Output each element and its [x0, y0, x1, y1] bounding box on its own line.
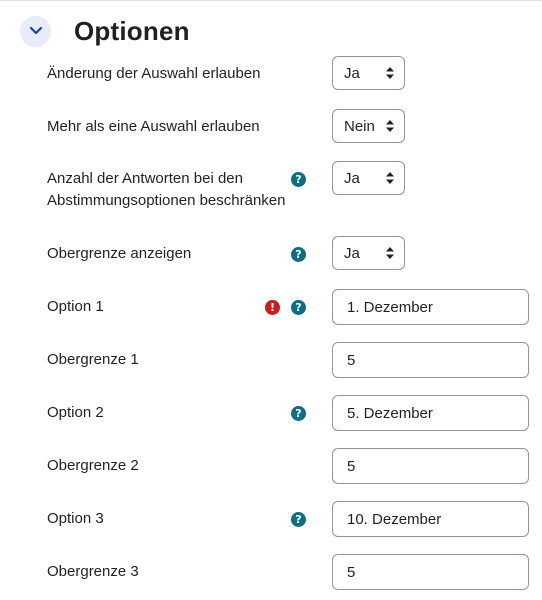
option-1-input[interactable]: 1. Dezember: [332, 289, 529, 325]
limit-2-input[interactable]: 5: [332, 448, 529, 484]
collapse-button[interactable]: [20, 15, 51, 47]
form-row-allow-update: Änderung der Auswahl erlauben Ja: [0, 56, 542, 92]
form-row-option-1: Option 1 ! ? 1. Dezember: [0, 289, 542, 325]
form-row-limit-2: Obergrenze 2 5: [0, 448, 542, 484]
option-3-input[interactable]: 10. Dezember: [332, 501, 529, 537]
allow-update-select[interactable]: Ja: [332, 56, 405, 90]
select-value: Ja: [344, 64, 360, 82]
sort-arrows-icon: [386, 120, 394, 132]
form-row-option-2: Option 2 ? 5. Dezember: [0, 395, 542, 431]
field-label: Obergrenze anzeigen: [47, 245, 192, 262]
form-row-limit-3: Obergrenze 3 5: [0, 554, 542, 590]
field-label: Anzahl der Antworten bei den Abstimmungs…: [47, 170, 286, 209]
select-value: Ja: [344, 244, 360, 262]
field-label: Obergrenze 2: [47, 457, 139, 474]
field-label: Option 3: [47, 510, 104, 527]
form-row-limit-1: Obergrenze 1 5: [0, 342, 542, 378]
form-row-allow-multiple: Mehr als eine Auswahl erlauben Nein: [0, 109, 542, 145]
form-row-limit-answers: Anzahl der Antworten bei den Abstimmungs…: [0, 161, 542, 211]
field-label: Obergrenze 3: [47, 563, 139, 580]
limit-3-input[interactable]: 5: [332, 554, 529, 590]
section-title: Optionen: [74, 15, 190, 46]
sort-arrows-icon: [386, 247, 394, 259]
chevron-down-icon: [29, 26, 42, 35]
limit-1-input[interactable]: 5: [332, 342, 529, 378]
select-value: Nein: [344, 117, 375, 135]
field-label: Obergrenze 1: [47, 351, 139, 368]
section-header: Optionen: [20, 15, 190, 47]
help-icon[interactable]: ?: [291, 172, 306, 187]
help-icon[interactable]: ?: [291, 406, 306, 421]
sort-arrows-icon: [386, 67, 394, 79]
sort-arrows-icon: [386, 172, 394, 184]
top-divider: [0, 0, 542, 1]
limit-answers-select[interactable]: Ja: [332, 161, 405, 195]
option-2-input[interactable]: 5. Dezember: [332, 395, 529, 431]
allow-multiple-select[interactable]: Nein: [332, 109, 405, 143]
help-icon[interactable]: ?: [291, 300, 306, 315]
error-icon: !: [265, 300, 280, 315]
select-value: Ja: [344, 169, 360, 187]
field-label: Änderung der Auswahl erlauben: [47, 65, 261, 82]
field-label: Option 1: [47, 298, 104, 315]
form-row-option-3: Option 3 ? 10. Dezember: [0, 501, 542, 537]
help-icon[interactable]: ?: [291, 247, 306, 262]
field-label: Option 2: [47, 404, 104, 421]
show-limit-select[interactable]: Ja: [332, 236, 405, 270]
field-label: Mehr als eine Auswahl erlauben: [47, 118, 260, 135]
form-row-show-limit: Obergrenze anzeigen ? Ja: [0, 236, 542, 272]
help-icon[interactable]: ?: [291, 512, 306, 527]
